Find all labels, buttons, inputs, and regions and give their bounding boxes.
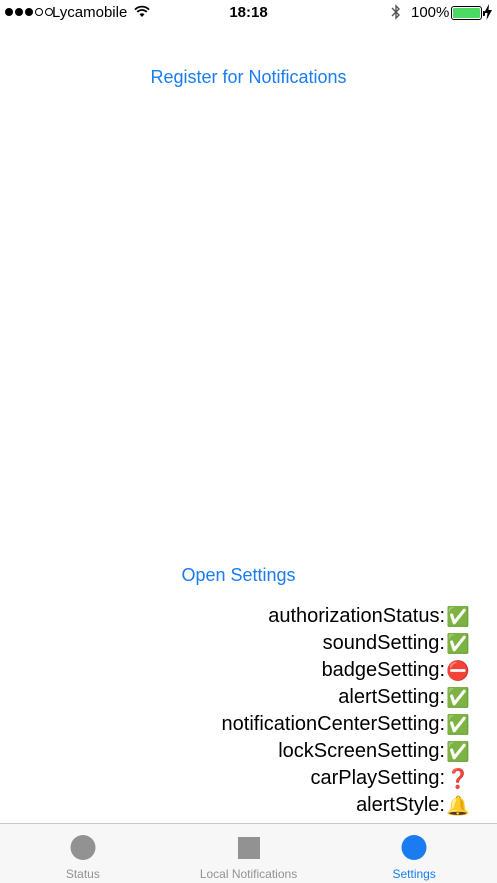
setting-label: notificationCenterSetting: (221, 713, 445, 735)
setting-row-alert-style: alertStyle: 🔔 (222, 792, 470, 819)
setting-label: carPlaySetting: (310, 767, 445, 789)
setting-label: alertStyle: (356, 794, 445, 816)
setting-row-sound: soundSetting: ✅ (222, 630, 470, 657)
status-bar: Lycamobile 18:18 100% (0, 0, 497, 26)
no-entry-icon: ⛔ (446, 660, 470, 682)
question-mark-icon: ❓ (446, 768, 470, 790)
battery-fill (453, 8, 480, 18)
setting-label: lockScreenSetting: (278, 740, 445, 762)
check-mark-icon: ✅ (446, 606, 470, 628)
check-mark-icon: ✅ (446, 633, 470, 655)
circle-icon (70, 835, 96, 860)
setting-row-notification-center: notificationCenterSetting: ✅ (222, 711, 470, 738)
setting-row-badge: badgeSetting: ⛔ (222, 657, 470, 684)
tab-status[interactable]: Status (0, 824, 166, 883)
tab-bar: Status Local Notifications Settings (0, 823, 497, 883)
bluetooth-icon (390, 3, 402, 25)
tab-label: Local Notifications (199, 867, 298, 881)
setting-label: badgeSetting: (321, 659, 445, 681)
setting-row-alert: alertSetting: ✅ (222, 684, 470, 711)
tab-local-notifications[interactable]: Local Notifications (166, 824, 332, 883)
setting-row-lock-screen: lockScreenSetting: ✅ (222, 738, 470, 765)
battery-percentage: 100% (411, 4, 450, 21)
setting-row-carplay: carPlaySetting: ❓ (222, 765, 470, 792)
check-mark-icon: ✅ (446, 714, 470, 736)
tab-settings[interactable]: Settings (331, 824, 497, 883)
tab-label: Status (65, 867, 100, 881)
battery-icon (451, 6, 485, 20)
bell-icon: 🔔 (446, 795, 470, 817)
open-settings-button[interactable]: Open Settings (0, 565, 487, 586)
notification-settings-list: authorizationStatus: ✅ soundSetting: ✅ b… (222, 603, 470, 819)
setting-label: soundSetting: (322, 632, 445, 654)
register-notifications-button[interactable]: Register for Notifications (0, 67, 497, 88)
charging-icon (484, 4, 492, 24)
circle-icon (401, 835, 427, 860)
app-screen: Lycamobile 18:18 100% Register for Notif… (0, 0, 497, 883)
setting-label: alertSetting: (338, 686, 445, 708)
tab-label: Settings (392, 867, 436, 881)
setting-label: authorizationStatus: (268, 605, 445, 627)
check-mark-icon: ✅ (446, 687, 470, 709)
setting-row-authorization-status: authorizationStatus: ✅ (222, 603, 470, 630)
check-mark-icon: ✅ (446, 741, 470, 763)
square-icon (237, 837, 260, 859)
